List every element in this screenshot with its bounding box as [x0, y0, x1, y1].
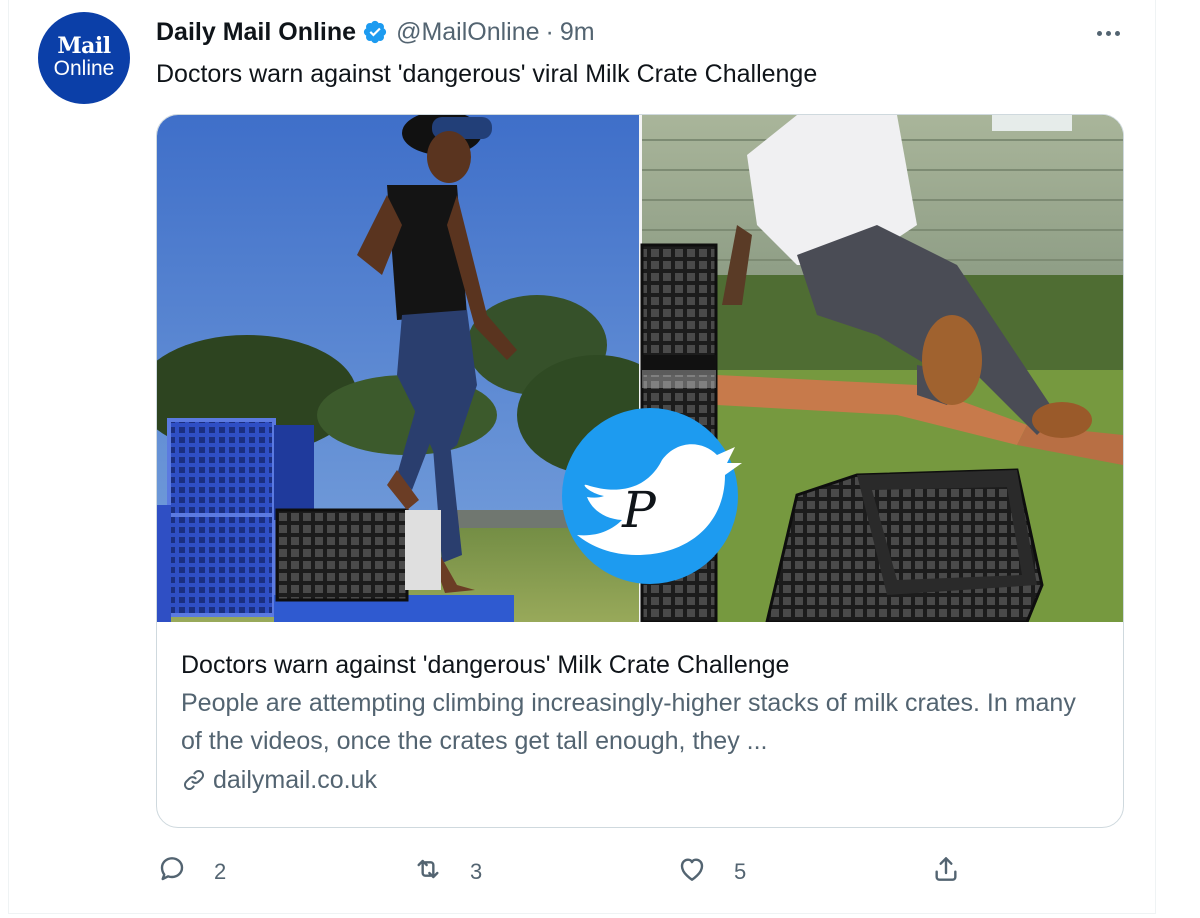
reply-button[interactable]: 2: [156, 852, 226, 892]
avatar-line2: Online: [53, 57, 115, 80]
card-domain: dailymail.co.uk: [181, 762, 1103, 798]
display-name[interactable]: Daily Mail Online: [156, 18, 356, 47]
like-count: 5: [734, 859, 747, 884]
action-bar: 2 3 5: [156, 852, 986, 892]
tweet-text: Doctors warn against 'dangerous' viral M…: [156, 60, 818, 88]
card-title: Doctors warn against 'dangerous' Milk Cr…: [181, 651, 790, 679]
card-info[interactable]: Doctors warn against 'dangerous' Milk Cr…: [181, 648, 1103, 798]
reply-count: 2: [214, 859, 227, 884]
separator-dot: ·: [545, 17, 554, 46]
handle[interactable]: @MailOnline: [396, 18, 539, 47]
more-dot: [1096, 30, 1102, 36]
verified-badge-icon: [362, 19, 388, 45]
like-icon: [676, 853, 708, 891]
more-icon[interactable]: [1088, 18, 1128, 48]
more-dot: [1105, 30, 1111, 36]
card-description: People are attempting climbing increasin…: [181, 689, 1076, 755]
more-dot: [1114, 30, 1120, 36]
tweet-header: Daily Mail Online @MailOnline · 9m: [156, 16, 595, 48]
link-card[interactable]: P Doctors warn against 'dangerous' Milk …: [156, 114, 1124, 828]
avatar[interactable]: Mail Online: [38, 12, 130, 104]
like-button[interactable]: 5: [676, 852, 746, 892]
link-icon: [181, 767, 207, 793]
timestamp[interactable]: 9m: [560, 18, 595, 47]
retweet-count: 3: [470, 859, 483, 884]
watermark-letter: P: [621, 481, 657, 539]
card-image[interactable]: P: [157, 115, 1123, 622]
retweet-icon: [412, 853, 444, 891]
reply-icon: [156, 853, 188, 891]
share-button[interactable]: [930, 852, 962, 892]
share-icon: [930, 853, 962, 891]
retweet-button[interactable]: 3: [412, 852, 482, 892]
avatar-line1: Mail: [57, 33, 111, 59]
card-domain-text: dailymail.co.uk: [213, 766, 377, 794]
